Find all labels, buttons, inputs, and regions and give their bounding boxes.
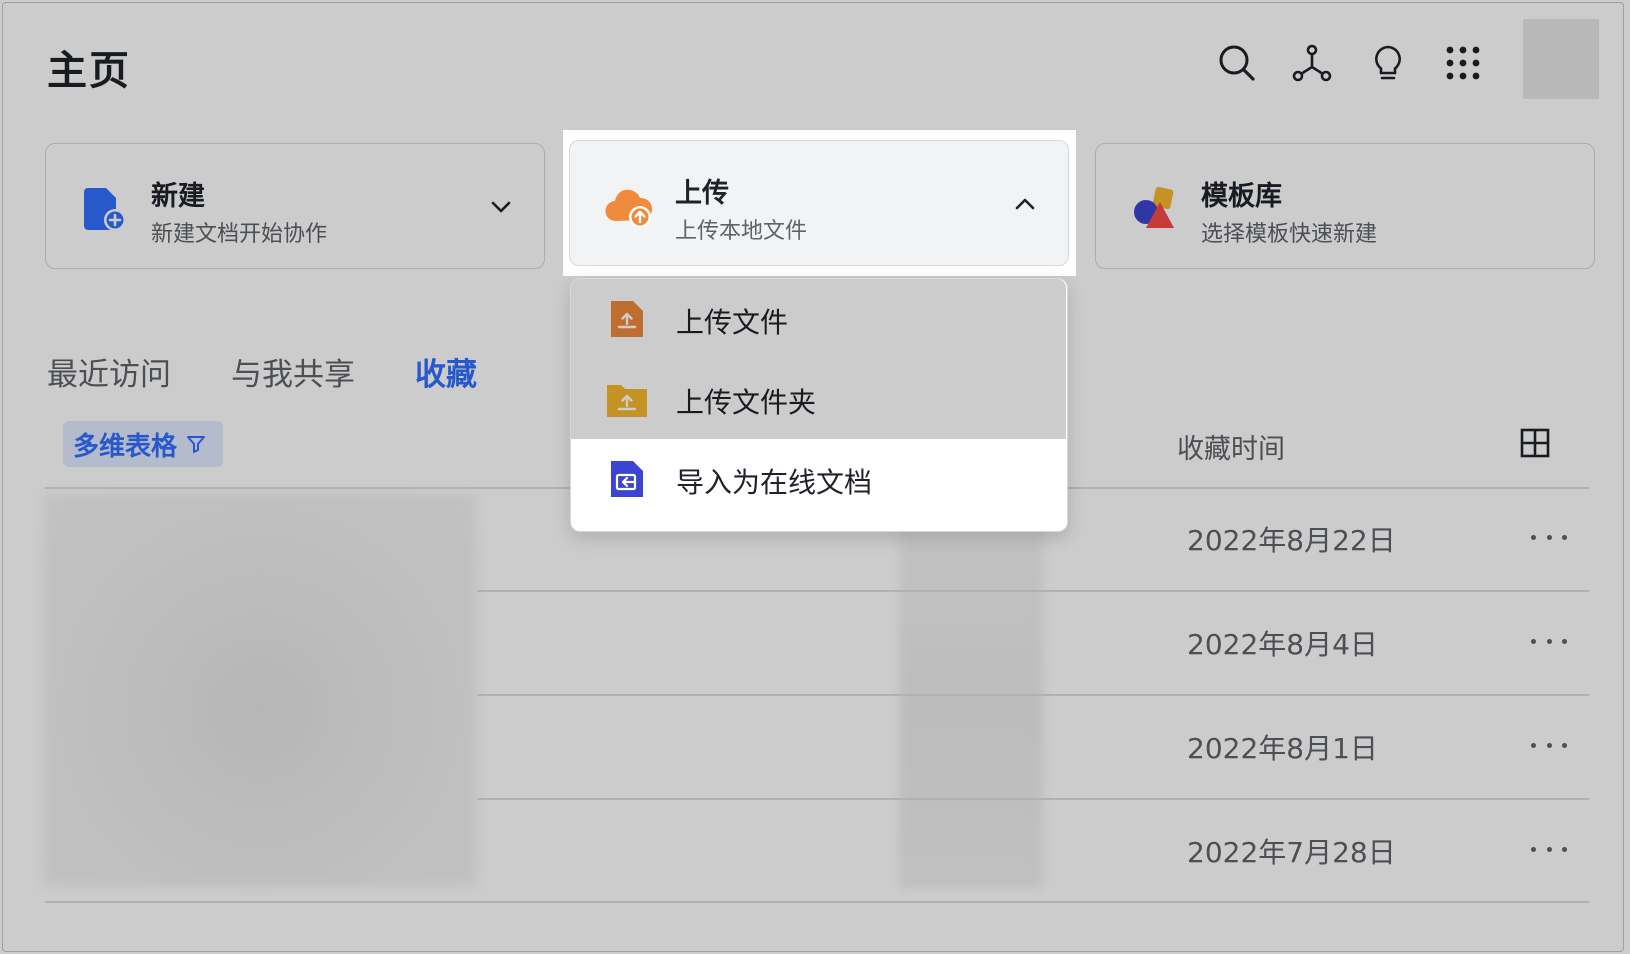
row-divider: [477, 590, 1589, 592]
row-divider: [477, 694, 1589, 696]
upload-card-title: 上传: [675, 178, 729, 209]
new-card[interactable]: 新建 新建文档开始协作: [45, 143, 545, 269]
filter-icon: [187, 436, 206, 453]
cloud-upload-icon: [605, 189, 653, 228]
templates-shapes-icon: [1134, 186, 1174, 228]
chevron-down-icon[interactable]: [488, 194, 514, 220]
tab-shared[interactable]: 与我共享: [231, 349, 355, 394]
templates-card-title: 模板库: [1201, 181, 1282, 212]
templates-card[interactable]: 模板库 选择模板快速新建: [1095, 143, 1595, 269]
tab-favorites[interactable]: 收藏: [415, 349, 477, 394]
more-icon[interactable]: [1531, 733, 1567, 757]
new-card-subtitle: 新建文档开始协作: [151, 222, 328, 247]
filter-chip[interactable]: 多维表格: [63, 421, 223, 467]
favorited-time-header: 收藏时间: [1177, 434, 1285, 465]
menu-item-import-online-doc[interactable]: 导入为在线文档: [571, 439, 1066, 519]
blurred-thumbnail: [43, 493, 477, 887]
page-title: 主页: [47, 48, 131, 94]
more-icon[interactable]: [1531, 525, 1567, 549]
lightbulb-icon[interactable]: [1366, 41, 1410, 85]
search-icon[interactable]: [1215, 41, 1259, 85]
table-row-date: 2022年8月4日: [1187, 628, 1378, 661]
apps-grid-icon[interactable]: [1441, 41, 1485, 85]
table-row-date: 2022年8月1日: [1187, 732, 1378, 765]
filter-chip-label: 多维表格: [73, 431, 178, 462]
new-card-title: 新建: [151, 181, 205, 212]
import-doc-icon: [611, 461, 643, 497]
upload-highlight: 上传 上传本地文件: [563, 130, 1076, 276]
row-divider: [45, 901, 1589, 903]
chevron-up-icon[interactable]: [1012, 191, 1038, 217]
new-doc-icon: [84, 188, 126, 231]
network-icon[interactable]: [1290, 41, 1334, 85]
tab-recent[interactable]: 最近访问: [47, 349, 171, 394]
upload-menu: 上传文件 上传文件夹 导入为在线文档: [570, 278, 1068, 532]
avatar[interactable]: [1523, 19, 1599, 99]
upload-card[interactable]: 上传 上传本地文件: [569, 140, 1069, 266]
table-row-date: 2022年8月22日: [1187, 524, 1396, 557]
more-icon[interactable]: [1531, 629, 1567, 653]
menu-item-label: 导入为在线文档: [676, 466, 873, 499]
upload-card-subtitle: 上传本地文件: [675, 219, 808, 244]
more-icon[interactable]: [1531, 837, 1567, 861]
table-row-date: 2022年7月28日: [1187, 836, 1396, 869]
templates-card-subtitle: 选择模板快速新建: [1201, 222, 1378, 247]
row-divider: [477, 798, 1589, 800]
grid-view-icon[interactable]: [1519, 427, 1551, 459]
menu-dim-overlay: [571, 279, 1066, 439]
blurred-owner-column: [899, 528, 1043, 888]
